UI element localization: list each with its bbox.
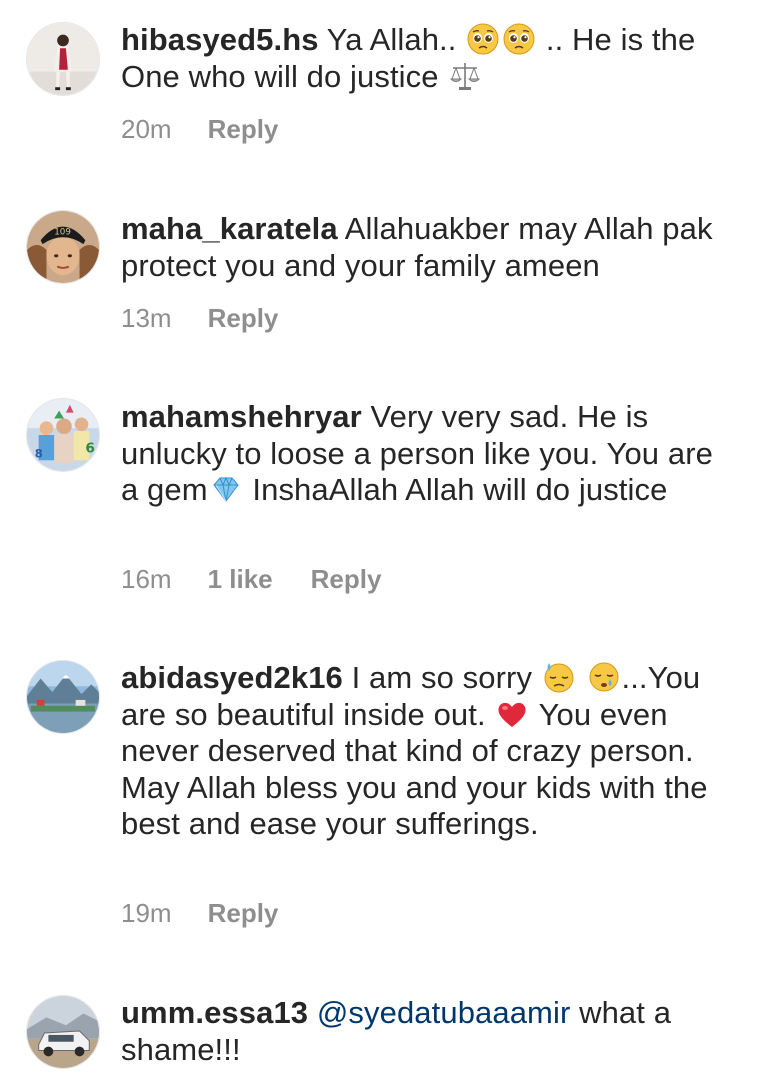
comment-meta: 20m Reply (121, 114, 278, 145)
avatar[interactable]: 109 (26, 210, 100, 284)
comment-body: Ya Allah.. (326, 22, 457, 57)
avatar[interactable] (26, 22, 100, 96)
like-count[interactable]: 1 like (208, 564, 273, 595)
comment-text: umm.essa13 @syedatubaaamir what a shame!… (121, 995, 721, 1068)
scales-emoji (449, 60, 481, 92)
comment-username[interactable]: umm.essa13 (121, 995, 308, 1030)
comment-username[interactable]: hibasyed5.hs (121, 22, 319, 57)
comment-body: InshaAllah Allah will do justice (252, 472, 668, 507)
comment-meta: 13m Reply (121, 303, 278, 334)
comment-meta: 16m 1 like Reply (121, 564, 381, 595)
sleepy-face-emoji (588, 661, 620, 693)
pleading-face-emoji (503, 23, 535, 55)
downcast-sweat-face-emoji (543, 661, 575, 693)
avatar[interactable]: 6 8 (26, 398, 100, 472)
red-heart-emoji (496, 698, 528, 730)
svg-text:6: 6 (85, 441, 94, 457)
pleading-face-emoji (467, 23, 499, 55)
comment-time: 16m (121, 564, 172, 594)
comment-text: mahamshehryar Very very sad. He is unluc… (121, 399, 721, 509)
comment-body: I am so sorry (351, 660, 533, 695)
comment-username[interactable]: abidasyed2k16 (121, 660, 343, 695)
user-mention-link[interactable]: @syedatubaaamir (317, 995, 571, 1030)
comment-time: 13m (121, 303, 172, 333)
comment-meta: 19m Reply (121, 898, 278, 929)
comment-text: hibasyed5.hs Ya Allah.. .. He is the One… (121, 22, 721, 95)
comment-time: 19m (121, 898, 172, 928)
comment-time: 20m (121, 114, 172, 144)
comment-username[interactable]: maha_karatela (121, 211, 338, 246)
svg-text:8: 8 (35, 446, 43, 460)
gem-stone-emoji (210, 473, 242, 505)
avatar[interactable] (26, 995, 100, 1069)
avatar[interactable] (26, 660, 100, 734)
comment-username[interactable]: mahamshehryar (121, 399, 362, 434)
reply-button[interactable]: Reply (208, 114, 279, 145)
comment-text: abidasyed2k16 I am so sorry ...You are s… (121, 660, 721, 843)
reply-button[interactable]: Reply (311, 564, 382, 595)
reply-button[interactable]: Reply (208, 303, 279, 334)
comment-text: maha_karatela Allahuakber may Allah pak … (121, 211, 721, 284)
reply-button[interactable]: Reply (208, 898, 279, 929)
svg-text:109: 109 (54, 227, 71, 237)
